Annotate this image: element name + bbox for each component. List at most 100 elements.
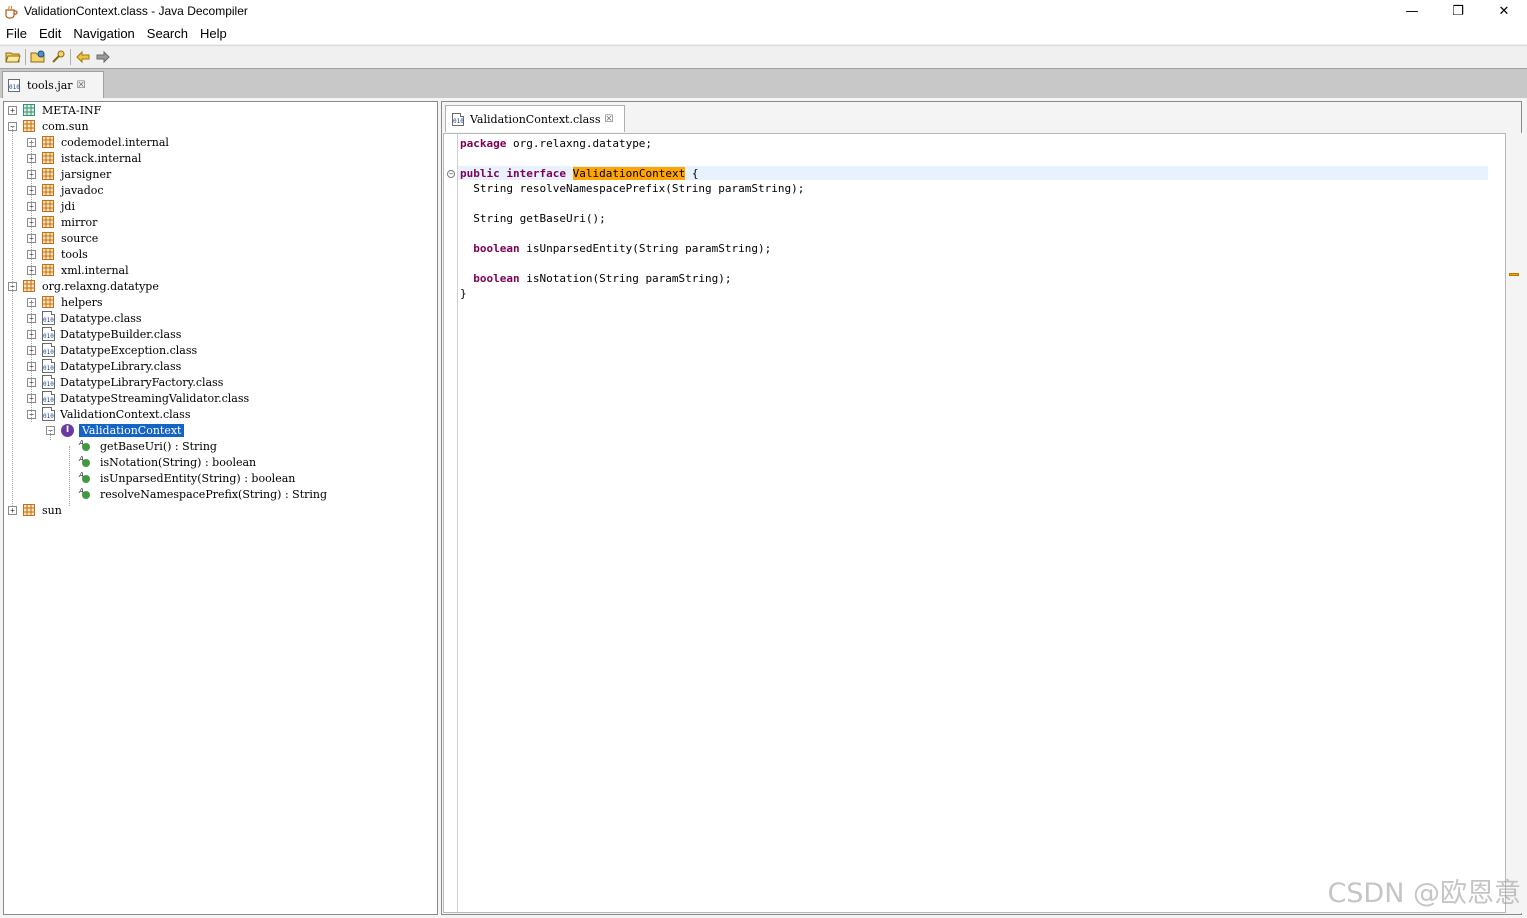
tree-item[interactable]: + helpers: [27, 294, 103, 310]
tree-connector-line: [69, 446, 70, 506]
tree-item[interactable]: +010 DatatypeBuilder.class: [27, 326, 181, 342]
tree-connector-line: [31, 142, 32, 282]
close-button[interactable]: ✕: [1481, 0, 1527, 22]
tree-item-label: helpers: [61, 295, 103, 309]
close-tab-icon[interactable]: ☒: [77, 80, 86, 91]
menu-edit[interactable]: Edit: [33, 26, 67, 41]
tree-item[interactable]: AisNotation(String) : boolean: [65, 454, 256, 470]
tree-item-label: istack.internal: [61, 151, 142, 165]
tree-item-label: isUnparsedEntity(String) : boolean: [100, 471, 296, 485]
toolbar: [0, 45, 1527, 68]
occurrence-marker[interactable]: [1509, 273, 1519, 276]
tree-item[interactable]: + META-INF: [8, 102, 101, 118]
tree-item-label: xml.internal: [61, 263, 129, 277]
tree-item[interactable]: AresolveNamespacePrefix(String) : String: [65, 486, 327, 502]
tree-item-label: sun: [42, 503, 62, 517]
tree-item[interactable]: +010 DatatypeLibrary.class: [27, 358, 181, 374]
menu-help[interactable]: Help: [194, 26, 233, 41]
tree-item-label: org.relaxng.datatype: [42, 279, 159, 293]
forward-arrow-icon[interactable]: [93, 47, 113, 67]
code-line-package: package org.relaxng.datatype;: [460, 137, 653, 150]
code-editor[interactable]: − package org.relaxng.datatype; public i…: [443, 133, 1506, 913]
tree-item[interactable]: +010 DatatypeStreamingValidator.class: [27, 390, 249, 406]
abstract-method-icon: A: [79, 471, 91, 484]
tree-item-label: isNotation(String) : boolean: [100, 455, 257, 469]
tree-item-label: com.sun: [42, 119, 89, 133]
package-icon: [42, 200, 54, 212]
tree-item[interactable]: +010 DatatypeLibraryFactory.class: [27, 374, 223, 390]
window-title: ValidationContext.class - Java Decompile…: [24, 4, 248, 18]
tree-item-label: jdi: [61, 199, 75, 213]
tree-item[interactable]: AgetBaseUri() : String: [65, 438, 217, 454]
tree-item[interactable]: + jdi: [27, 198, 75, 214]
tree-item[interactable]: − com.sun: [8, 118, 89, 134]
toolbar-separator: [70, 49, 71, 65]
interface-icon: I: [61, 423, 74, 437]
tree-item-label: resolveNamespacePrefix(String) : String: [100, 487, 328, 501]
code-line-close-brace: }: [460, 287, 467, 300]
class-file-icon: 010: [452, 112, 464, 126]
tree-item[interactable]: +010 Datatype.class: [27, 310, 142, 326]
class-file-icon: 010: [42, 407, 55, 421]
tree-item[interactable]: + sun: [8, 502, 62, 518]
code-line-getbaseuri: String getBaseUri();: [460, 212, 606, 225]
class-file-icon: 010: [42, 359, 55, 373]
tree-item[interactable]: − I ValidationContext: [46, 422, 185, 438]
tree-item-label: codemodel.internal: [61, 135, 169, 149]
file-tab-strip: 010 tools.jar ☒: [0, 68, 1527, 98]
package-icon: [42, 136, 54, 148]
tree-item[interactable]: +010 DatatypeException.class: [27, 342, 197, 358]
search-icon[interactable]: [48, 47, 68, 67]
expand-icon[interactable]: +: [8, 105, 17, 115]
abstract-method-icon: A: [79, 455, 91, 468]
tree-item[interactable]: + tools: [27, 246, 88, 262]
package-icon: [42, 296, 54, 308]
fold-collapse-icon[interactable]: −: [447, 170, 455, 178]
tab-tools-jar[interactable]: 010 tools.jar ☒: [2, 71, 104, 98]
overview-ruler[interactable]: [1506, 133, 1522, 913]
tree-item[interactable]: + source: [27, 230, 98, 246]
package-icon: [23, 120, 35, 132]
tree-connector-line: [12, 126, 13, 506]
tree-item-label: mirror: [61, 215, 98, 229]
tree-item[interactable]: + mirror: [27, 214, 97, 230]
tree-item[interactable]: −010 ValidationContext.class: [27, 406, 190, 422]
tree-item[interactable]: AisUnparsedEntity(String) : boolean: [65, 470, 295, 486]
editor-gutter: [444, 134, 458, 912]
open-file-icon[interactable]: [3, 47, 23, 67]
class-file-icon: 010: [42, 375, 55, 389]
abstract-method-icon: A: [79, 439, 91, 452]
class-file-icon: 010: [42, 327, 55, 341]
maximize-button[interactable]: ❐: [1435, 0, 1481, 22]
package-icon: [23, 104, 35, 116]
code-line-isunparsed: boolean isUnparsedEntity(String paramStr…: [473, 242, 772, 255]
menu-bar: File Edit Navigation Search Help: [0, 22, 1527, 44]
menu-file[interactable]: File: [0, 26, 33, 41]
package-icon: [42, 216, 54, 228]
tree-item[interactable]: + xml.internal: [27, 262, 129, 278]
package-icon: [42, 168, 54, 180]
open-folder-icon[interactable]: [28, 47, 48, 67]
package-icon: [42, 232, 54, 244]
tree-item-label: tools: [61, 247, 88, 261]
package-tree[interactable]: + META-INF − com.sun + codemodel.internal + ist…: [3, 101, 438, 915]
close-tab-icon[interactable]: ☒: [604, 114, 613, 125]
watermark: CSDN @欧恩意: [1327, 878, 1521, 909]
tree-item[interactable]: + istack.internal: [27, 150, 141, 166]
back-arrow-icon[interactable]: [73, 47, 93, 67]
minimize-button[interactable]: —: [1389, 0, 1435, 22]
class-file-icon: 010: [42, 391, 55, 405]
workspace: + META-INF − com.sun + codemodel.internal + ist…: [0, 98, 1527, 918]
tree-item[interactable]: + javadoc: [27, 182, 104, 198]
tree-item[interactable]: + jarsigner: [27, 166, 111, 182]
menu-navigation[interactable]: Navigation: [67, 26, 140, 41]
expand-icon[interactable]: +: [8, 505, 17, 515]
code-line-interface: public interface ValidationContext {: [460, 167, 699, 180]
tab-validationcontext-class[interactable]: 010 ValidationContext.class ☒: [445, 105, 625, 132]
tree-item[interactable]: + codemodel.internal: [27, 134, 169, 150]
menu-search[interactable]: Search: [141, 26, 194, 41]
tree-item-label: DatatypeBuilder.class: [60, 327, 182, 341]
package-icon: [23, 504, 35, 516]
tree-item-label: ValidationContext: [79, 423, 185, 437]
tree-item-label: DatatypeLibraryFactory.class: [60, 375, 224, 389]
